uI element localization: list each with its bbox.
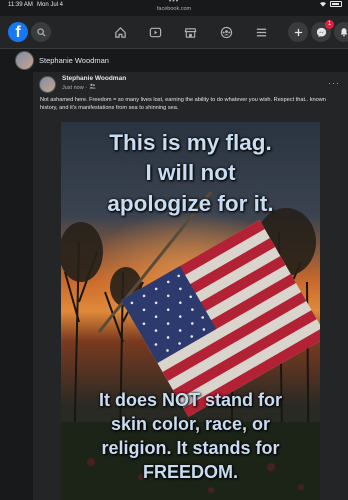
plus-icon (294, 28, 302, 36)
url-label: facebook.com (156, 6, 192, 12)
post-card: Stephanie Woodman Just now · ··· Not ash… (33, 72, 348, 500)
post-text: Not ashamed here. Freedom = so many live… (40, 97, 326, 111)
messenger-badge: 1 (325, 20, 334, 29)
avatar[interactable] (15, 51, 34, 70)
watch-icon (149, 27, 161, 37)
post-timestamp[interactable]: Just now · (62, 85, 87, 91)
notifications-button[interactable] (334, 22, 348, 42)
meme-line: I will not (145, 160, 236, 185)
meme-line: This is my flag. (109, 130, 272, 155)
more-options-button[interactable]: ··· (328, 78, 340, 88)
messenger-button[interactable]: 1 (311, 20, 334, 42)
meme-line: FREEDOM. (142, 462, 238, 482)
menu-button[interactable] (253, 24, 269, 40)
facebook-logo[interactable]: f (8, 22, 28, 42)
meme-line: apologize for it. (107, 191, 274, 216)
friends-audience-icon (88, 83, 96, 89)
search-icon (36, 27, 46, 37)
multitask-dots[interactable]: ••• (0, 0, 348, 5)
post-image[interactable]: This is my flag. I will not apologize fo… (61, 122, 320, 500)
post-author[interactable]: Stephanie Woodman (62, 75, 126, 82)
profile-header: Stephanie Woodman (0, 49, 348, 72)
messenger-icon (316, 27, 326, 37)
meme-line: religion. It stands for (101, 438, 280, 458)
create-button[interactable] (288, 22, 308, 42)
status-bar: 11:39 AM Mon Jul 4 ••• facebook.com (0, 0, 348, 12)
groups-button[interactable] (218, 24, 234, 40)
watch-button[interactable] (147, 24, 163, 40)
marketplace-button[interactable] (182, 24, 198, 40)
meme-line: It does NOT stand for (98, 390, 282, 410)
post-meta: Just now · (62, 83, 96, 91)
notifications-icon (340, 28, 348, 37)
groups-icon (220, 26, 232, 38)
home-button[interactable] (112, 24, 128, 40)
post-author-avatar[interactable] (39, 76, 56, 93)
meme-line: skin color, race, or (110, 414, 271, 434)
search-button[interactable] (31, 22, 51, 42)
menu-icon (256, 28, 266, 36)
home-icon (114, 26, 126, 38)
marketplace-icon (184, 27, 196, 38)
wifi-icon (320, 2, 326, 7)
status-indicators (319, 1, 342, 7)
profile-name[interactable]: Stephanie Woodman (39, 56, 109, 65)
battery-icon (330, 1, 342, 7)
top-nav: f 1 (0, 16, 348, 49)
